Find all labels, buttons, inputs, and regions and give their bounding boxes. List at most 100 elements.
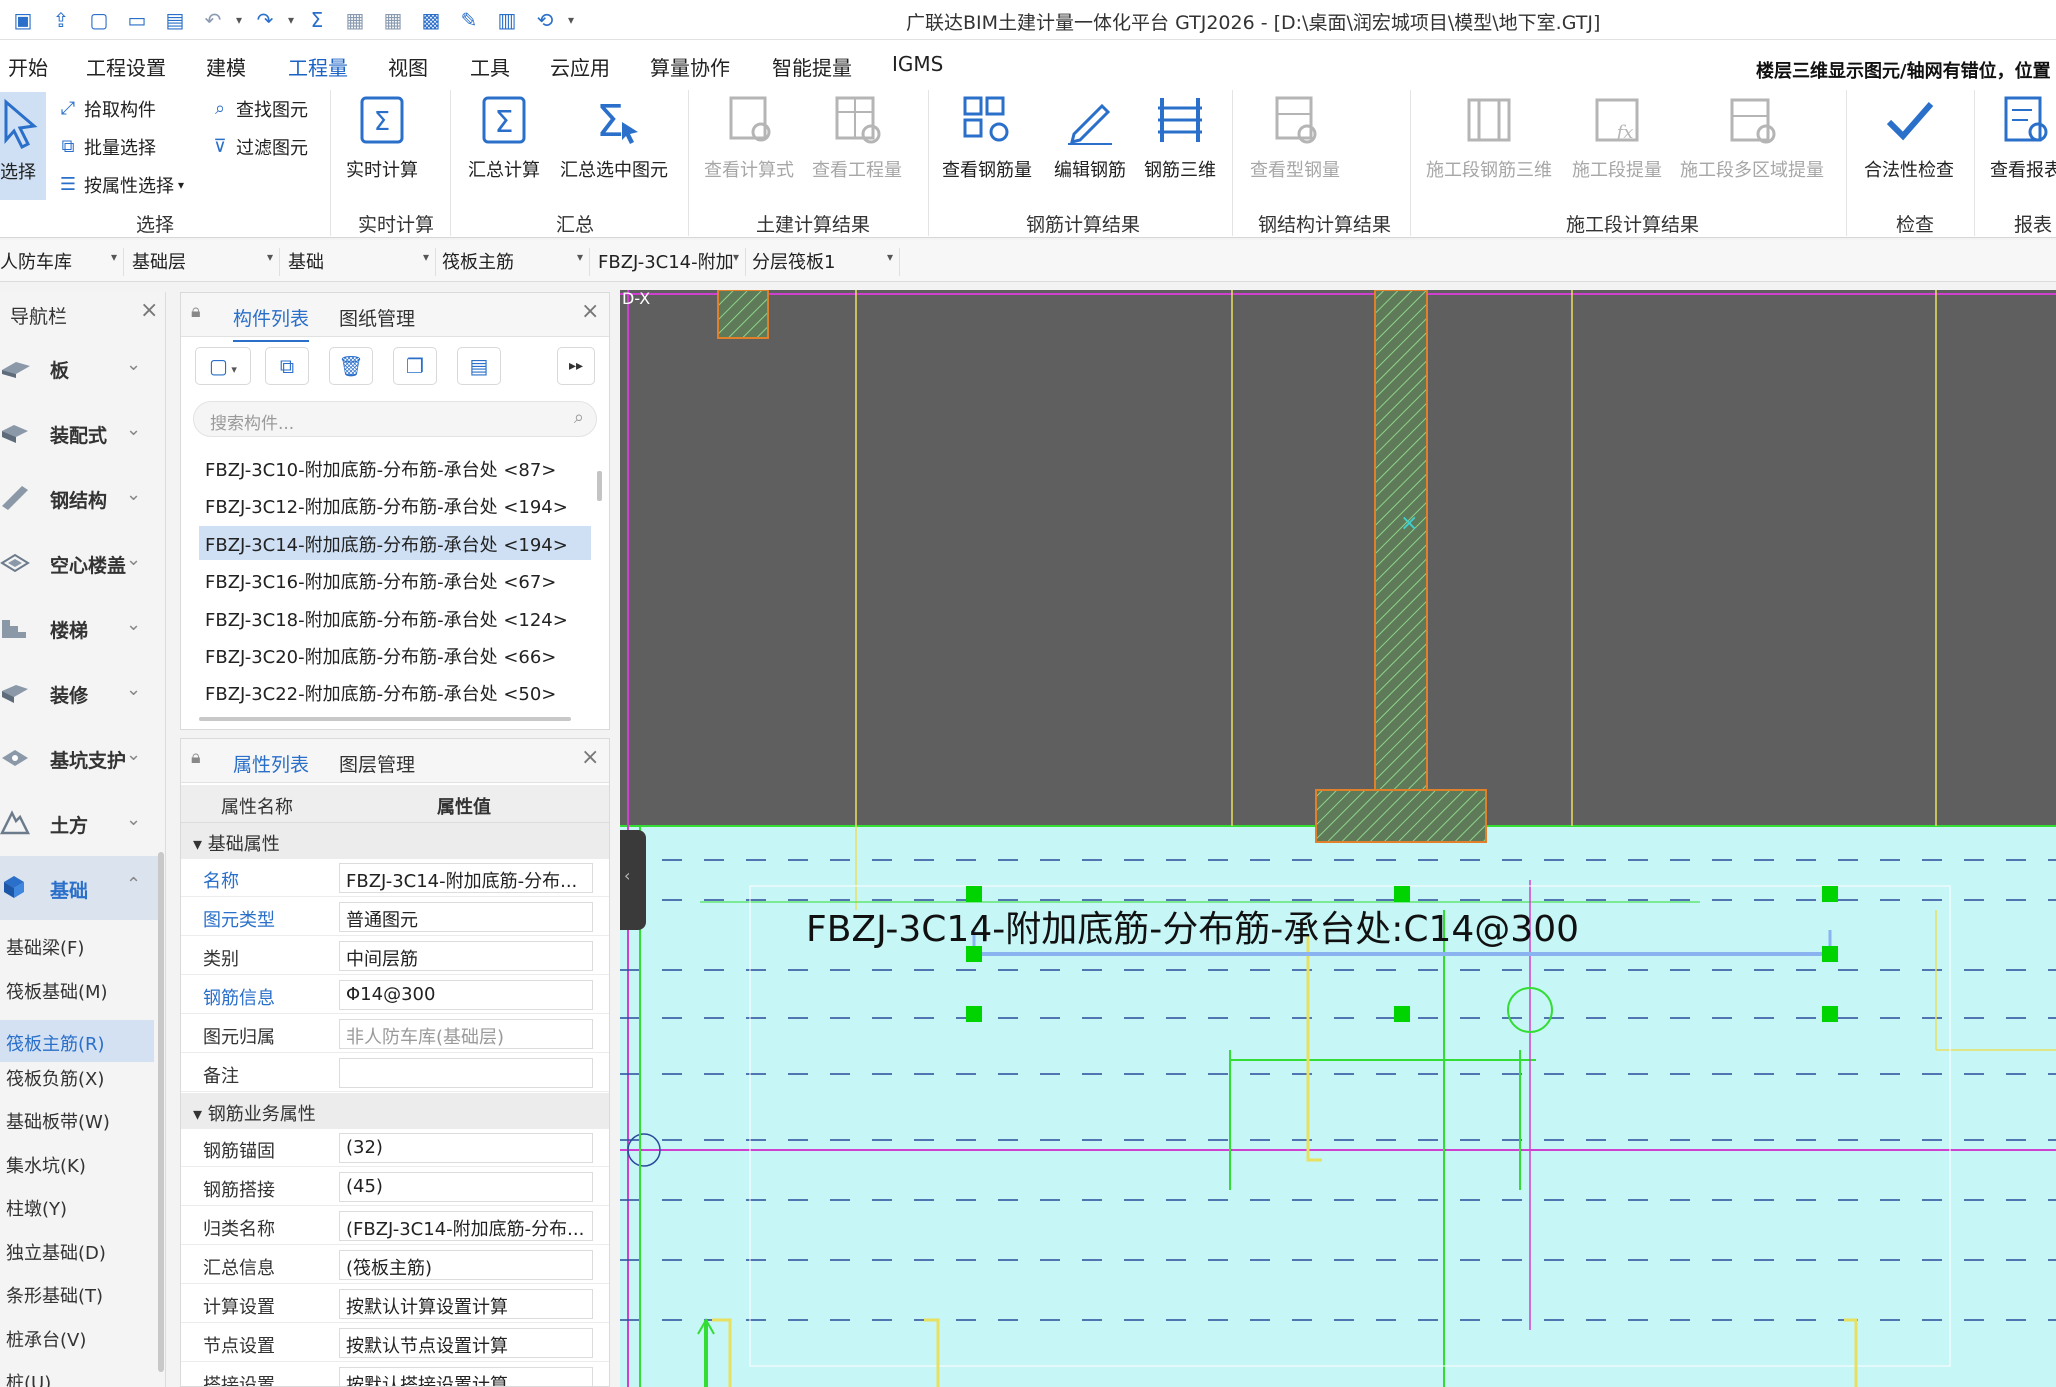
property-value[interactable]: 按默认节点设置计算 [339,1328,593,1358]
component-type-dropdown[interactable]: 筏板主筋 ▾ [442,248,590,276]
menu-view[interactable]: 视图 [388,52,428,81]
property-value[interactable]: Φ14@300 [339,980,593,1010]
rebar-3d-icon[interactable]: ▥ [488,6,526,34]
view-quantity-button[interactable]: 查看工程量 [812,92,902,182]
nav-sub-raft-foundation[interactable]: 筏板基础(M) [6,978,108,1004]
property-value[interactable]: (45) [339,1172,593,1202]
nav-sub-pile[interactable]: 桩(U) [6,1369,51,1387]
app-menu-icon[interactable]: ▣ [4,6,42,34]
property-value[interactable]: 普通图元 [339,902,593,932]
nav-category-prefab[interactable]: 装配式 ⌄ [0,401,160,465]
stage-multi-button[interactable]: 施工段多区域提量 [1680,92,1824,182]
pin-icon[interactable]: 🔒︎ [191,301,201,322]
drawing-svg[interactable]: × D-X [620,290,2056,1387]
component-hscrollbar[interactable] [199,717,571,721]
legality-check-button[interactable]: 合法性检查 [1864,92,1954,182]
hatched-column[interactable] [1374,290,1428,791]
nav-category-earthwork[interactable]: 土方 ⌄ [0,791,160,855]
property-group-rebar[interactable]: ▾ 钢筋业务属性 [181,1093,609,1129]
floor-dropdown[interactable]: 基础层 ▾ [132,248,280,276]
menu-cloud[interactable]: 云应用 [550,52,610,81]
view-formula-button[interactable]: 查看计算式 [704,92,794,182]
property-value[interactable]: (FBZJ-3C14-附加底筋-分布... [339,1211,593,1241]
delete-component-button[interactable]: 🗑︎ [329,347,373,385]
menu-igms[interactable]: IGMS [892,52,943,76]
new-file-icon[interactable]: ▢ [80,6,118,34]
nav-sub-isolated-foundation[interactable]: 独立基础(D) [6,1239,106,1265]
pin-icon[interactable]: ⇪ [42,6,80,34]
component-item[interactable]: FBZJ-3C20-附加底筋-分布筋-承台处 <66> [199,638,591,672]
summary-selected-button[interactable]: Σ 汇总选中图元 [560,92,668,182]
component-dropdown[interactable]: FBZJ-3C14-附加 ▾ [598,248,746,276]
summary-calc-button[interactable]: Σ 汇总计算 [468,92,540,182]
property-value[interactable]: 中间层筋 [339,941,593,971]
redo-dropdown-icon[interactable]: ▾ [284,6,298,34]
close-icon[interactable]: × [581,745,599,770]
filter-element-button[interactable]: ⊽ 过滤图元 [208,134,308,160]
summary-calc-icon[interactable]: Σ [298,6,336,34]
customize-toolbar-icon[interactable]: ▾ [564,6,578,34]
nav-sub-column-pier[interactable]: 柱墩(Y) [6,1195,67,1221]
nav-sub-pile-cap[interactable]: 桩承台(V) [6,1326,86,1352]
menu-tools[interactable]: 工具 [470,52,510,81]
component-item[interactable]: FBZJ-3C16-附加底筋-分布筋-承台处 <67> [199,563,591,597]
nav-category-stairs[interactable]: 楼梯 ⌄ [0,596,160,660]
menu-collab[interactable]: 算量协作 [650,52,730,81]
component-list-scrollbar[interactable] [597,471,602,501]
nav-sub-raft-main-rebar[interactable]: 筏板主筋(R) [0,1020,154,1062]
nav-category-hollow-floor[interactable]: 空心楼盖 ⌄ [0,531,160,595]
view-steel-button[interactable]: 查看型钢量 [1250,92,1340,182]
view-rebar-amount-icon[interactable]: ▩ [412,6,450,34]
save-icon[interactable]: ▤ [156,6,194,34]
nav-sub-raft-neg-rebar[interactable]: 筏板负筋(X) [6,1065,104,1091]
nav-category-steel[interactable]: 钢结构 ⌄ [0,466,160,530]
copy-layer-button[interactable]: ❐ [393,347,437,385]
property-group-basic[interactable]: ▾ 基础属性 [181,823,609,859]
undo-icon[interactable]: ↶ [194,6,232,34]
tab-component-list[interactable]: 构件列表 [233,304,310,342]
close-icon[interactable]: × [140,298,158,323]
hatched-block[interactable] [717,290,769,339]
more-icon[interactable]: ▸▸ [557,347,595,385]
property-value[interactable]: 按默认计算设置计算 [339,1289,593,1319]
nav-sub-sump-pit[interactable]: 集水坑(K) [6,1152,86,1178]
close-icon[interactable]: × [581,299,599,324]
nav-sub-foundation-strip[interactable]: 基础板带(W) [6,1108,110,1134]
tab-drawing-manage[interactable]: 图纸管理 [339,304,415,331]
nav-scrollbar[interactable] [158,852,164,1372]
floor-group-dropdown[interactable]: 人防车库 ▾ [0,248,124,276]
layer-dropdown[interactable]: 分层筏板1 ▾ [752,248,900,276]
edit-rebar-button[interactable]: 编辑钢筋 [1054,92,1126,182]
menu-modeling[interactable]: 建模 [206,52,246,81]
collapse-panel-tab[interactable]: ‹ [620,830,646,930]
redo-icon[interactable]: ↷ [246,6,284,34]
property-value[interactable]: 非人防车库(基础层) [339,1019,593,1049]
select-by-attr-button[interactable]: ☰ 按属性选择 ▾ [56,172,184,198]
menu-project-settings[interactable]: 工程设置 [86,52,166,81]
nav-category-slab[interactable]: 板 ⌄ [0,336,160,400]
batch-select-button[interactable]: ⧉ 批量选择 [56,134,156,160]
pin-icon[interactable]: 🔒︎ [191,747,201,768]
save-component-button[interactable]: ▤ [457,347,501,385]
hatched-cap[interactable] [1315,789,1487,843]
menu-quantity[interactable]: 工程量 [286,52,350,91]
rebar-3d-button[interactable]: 钢筋三维 [1144,92,1216,182]
property-value[interactable]: FBZJ-3C14-附加底筋-分布... [339,863,593,893]
view-formula-icon[interactable]: ▦ [336,6,374,34]
component-item[interactable]: FBZJ-3C18-附加底筋-分布筋-承台处 <124> [199,601,591,635]
nav-sub-foundation-beam[interactable]: 基础梁(F) [6,934,84,960]
copy-component-button[interactable]: ⧉ [265,347,309,385]
view-rebar-amount-button[interactable]: 查看钢筋量 [942,92,1032,182]
property-value[interactable]: (筏板主筋) [339,1250,593,1280]
menu-start[interactable]: 开始 [8,52,48,81]
category-dropdown[interactable]: 基础 ▾ [288,248,436,276]
property-value[interactable] [339,1058,593,1088]
undo-dropdown-icon[interactable]: ▾ [232,6,246,34]
realtime-calc-button[interactable]: Σ 实时计算 [346,92,418,182]
open-folder-icon[interactable]: ▭ [118,6,156,34]
find-element-button[interactable]: ⌕ 查找图元 [208,96,308,122]
property-value[interactable]: (32) [339,1133,593,1163]
view-quantity-icon[interactable]: ▦ [374,6,412,34]
view-report-button[interactable]: 查看报表 [1990,92,2056,182]
nav-sub-strip-foundation[interactable]: 条形基础(T) [6,1282,103,1308]
